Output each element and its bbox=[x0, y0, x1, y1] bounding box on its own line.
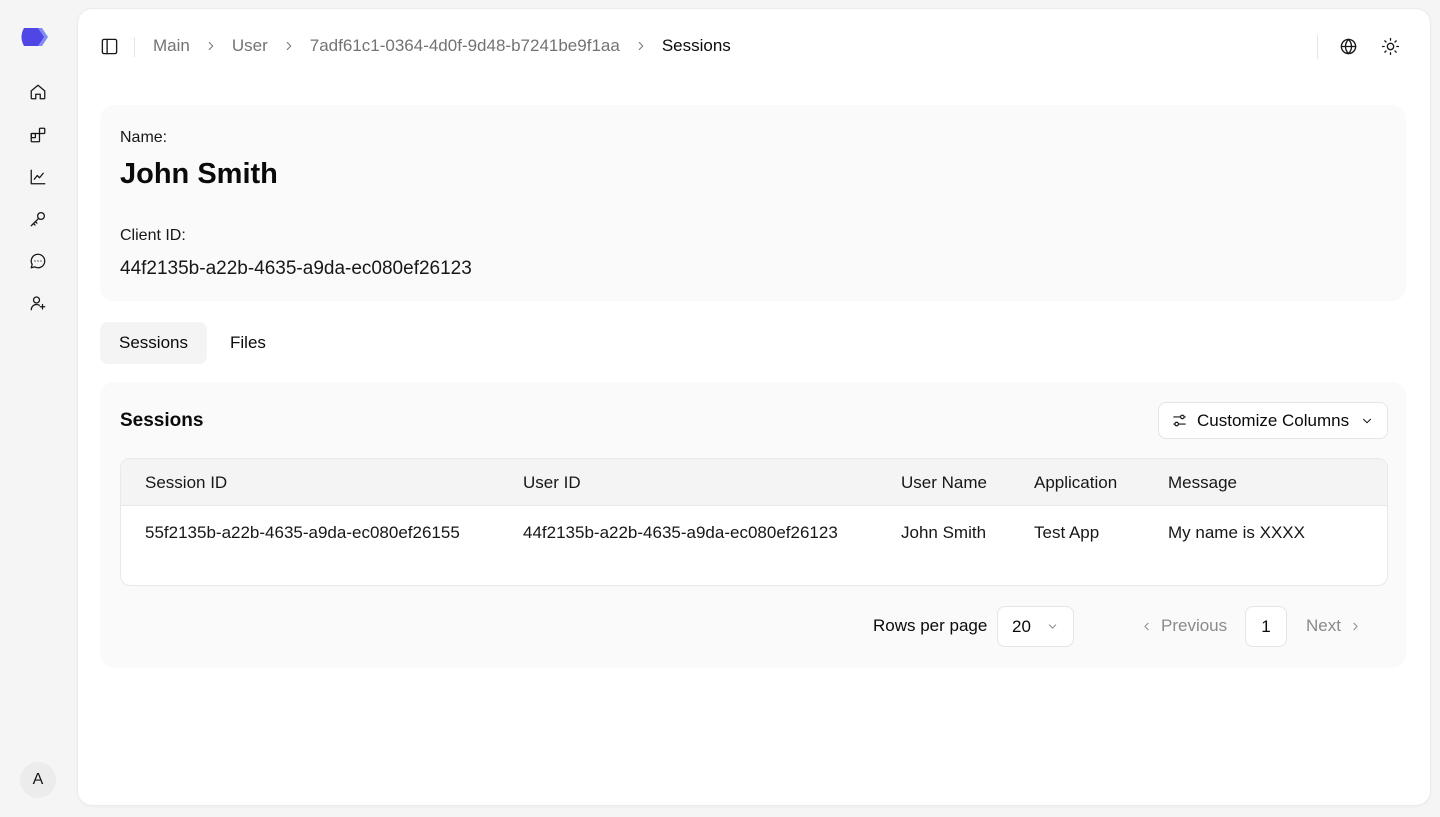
breadcrumb: Main User 7adf61c1-0364-4d0f-9d48-b7241b… bbox=[153, 35, 731, 57]
rows-per-page-select[interactable]: 20 bbox=[997, 606, 1074, 647]
previous-label: Previous bbox=[1161, 616, 1228, 635]
user-name: John Smith bbox=[120, 158, 278, 190]
cell-session-id: 55f2135b-a22b-4635-a9da-ec080ef26155 bbox=[145, 523, 460, 542]
page-number-button[interactable]: 1 bbox=[1245, 606, 1287, 647]
sidebar-item-keys[interactable] bbox=[22, 203, 54, 235]
top-bar: Main User 7adf61c1-0364-4d0f-9d48-b7241b… bbox=[78, 9, 1430, 83]
sidebar-toggle-button[interactable] bbox=[96, 33, 122, 59]
grid-icon bbox=[30, 127, 46, 143]
chevron-right-icon bbox=[634, 39, 648, 53]
table-row[interactable]: 55f2135b-a22b-4635-a9da-ec080ef26155 44f… bbox=[121, 507, 1387, 559]
table-header: Session ID User ID User Name Application… bbox=[121, 459, 1387, 506]
home-icon bbox=[30, 84, 46, 100]
name-label: Name: bbox=[120, 129, 168, 146]
panel-left-icon bbox=[101, 38, 117, 54]
sidebar-item-apps[interactable] bbox=[22, 119, 54, 151]
avatar-initial: A bbox=[32, 771, 44, 788]
chevron-left-icon bbox=[1140, 620, 1153, 633]
sidebar: A bbox=[0, 0, 76, 817]
divider bbox=[134, 37, 135, 57]
previous-page-button[interactable]: Previous bbox=[1140, 616, 1227, 636]
chart-line-icon bbox=[30, 169, 46, 185]
cell-application: Test App bbox=[1034, 523, 1100, 542]
chevron-right-icon bbox=[204, 39, 218, 53]
sidebar-item-home[interactable] bbox=[22, 76, 54, 108]
tab-files[interactable]: Files bbox=[211, 322, 285, 364]
column-header-application[interactable]: Application bbox=[1034, 473, 1117, 493]
language-button[interactable] bbox=[1335, 33, 1361, 59]
sidebar-item-add-user[interactable] bbox=[22, 287, 54, 319]
logo-icon[interactable] bbox=[18, 26, 56, 48]
column-header-session-id[interactable]: Session ID bbox=[145, 473, 227, 493]
breadcrumb-current: Sessions bbox=[661, 36, 731, 55]
user-plus-icon bbox=[30, 296, 46, 311]
chevron-down-icon bbox=[1360, 414, 1374, 428]
column-header-user-name[interactable]: User Name bbox=[901, 473, 987, 493]
chevron-right-icon bbox=[282, 39, 296, 53]
sessions-table: Session ID User ID User Name Application… bbox=[120, 458, 1388, 586]
user-info-card: Name: John Smith Client ID: 44f2135b-a22… bbox=[100, 105, 1406, 301]
rows-per-page-value: 20 bbox=[1012, 616, 1031, 636]
sidebar-item-analytics[interactable] bbox=[22, 161, 54, 193]
key-icon bbox=[30, 211, 46, 227]
theme-toggle-button[interactable] bbox=[1377, 33, 1403, 59]
customize-columns-label: Customize Columns bbox=[1197, 410, 1350, 430]
next-page-button[interactable]: Next bbox=[1306, 616, 1362, 636]
message-icon bbox=[30, 253, 46, 269]
sidebar-item-messages[interactable] bbox=[22, 245, 54, 277]
column-header-user-id[interactable]: User ID bbox=[523, 473, 581, 493]
sliders-icon bbox=[1171, 412, 1188, 429]
chevron-down-icon bbox=[1046, 620, 1059, 633]
breadcrumb-main[interactable]: Main bbox=[153, 36, 190, 56]
sun-icon bbox=[1381, 37, 1399, 55]
globe-icon bbox=[1340, 38, 1356, 54]
tab-sessions[interactable]: Sessions bbox=[100, 322, 207, 364]
customize-columns-button[interactable]: Customize Columns bbox=[1158, 402, 1388, 439]
client-id-value: 44f2135b-a22b-4635-a9da-ec080ef26123 bbox=[120, 258, 472, 279]
main-panel: Main User 7adf61c1-0364-4d0f-9d48-b7241b… bbox=[78, 9, 1430, 805]
chevron-right-icon bbox=[1349, 620, 1362, 633]
cell-user-name: John Smith bbox=[901, 523, 987, 542]
next-label: Next bbox=[1306, 616, 1341, 635]
avatar[interactable]: A bbox=[20, 762, 56, 798]
breadcrumb-user[interactable]: User bbox=[232, 36, 268, 56]
cell-message: My name is XXXX bbox=[1168, 523, 1305, 542]
breadcrumb-user-id[interactable]: 7adf61c1-0364-4d0f-9d48-b7241be9f1aa bbox=[310, 36, 620, 56]
sessions-title: Sessions bbox=[120, 410, 204, 431]
column-header-message[interactable]: Message bbox=[1168, 473, 1237, 493]
divider bbox=[1317, 35, 1318, 59]
rows-per-page-label: Rows per page bbox=[873, 616, 988, 635]
sessions-card: Sessions Customize Columns Session ID Us… bbox=[100, 382, 1406, 668]
client-id-label: Client ID: bbox=[120, 227, 186, 244]
cell-user-id: 44f2135b-a22b-4635-a9da-ec080ef26123 bbox=[523, 523, 838, 542]
